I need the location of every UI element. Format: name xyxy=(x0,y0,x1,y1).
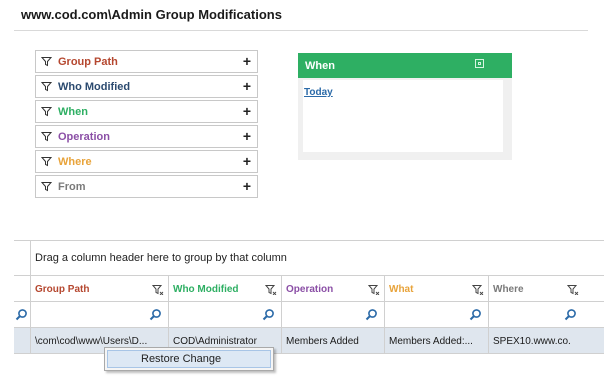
filter-operation[interactable]: Operation + xyxy=(35,125,258,148)
filter-icon xyxy=(41,81,52,92)
when-panel-header: When xyxy=(298,53,512,78)
column-header-who-modified[interactable]: Who Modified xyxy=(169,276,282,301)
filter-input-what[interactable] xyxy=(385,302,489,327)
results-grid: Drag a column header here to group by th… xyxy=(14,240,604,354)
column-filter-icon[interactable] xyxy=(265,284,277,295)
when-panel-title: When xyxy=(305,59,335,72)
column-filter-icon[interactable] xyxy=(472,284,484,295)
when-panel-body: Today xyxy=(303,80,503,152)
filter-input-where[interactable] xyxy=(489,302,583,327)
filter-label: Who Modified xyxy=(58,80,131,93)
cell-what: Members Added:... xyxy=(389,336,473,347)
plus-icon[interactable]: + xyxy=(243,103,251,119)
filter-icon xyxy=(41,106,52,117)
table-row[interactable]: \com\cod\www\Users\D... COD\Administrato… xyxy=(14,328,604,354)
filter-list: Group Path + Who Modified + When + Opera… xyxy=(35,50,258,200)
column-header-where[interactable]: Where xyxy=(489,276,583,301)
column-filter-icon[interactable] xyxy=(368,284,380,295)
filter-label: Where xyxy=(58,155,92,168)
filter-input-operation[interactable] xyxy=(282,302,385,327)
search-icon xyxy=(15,309,27,321)
filter-group-path[interactable]: Group Path + xyxy=(35,50,258,73)
filter-row xyxy=(14,302,604,328)
restore-change-menu-item[interactable]: Restore Change xyxy=(107,350,271,368)
column-header-row: Group Path Who Modified Operation What W… xyxy=(14,276,604,302)
filter-label: Operation xyxy=(58,130,110,143)
search-icon[interactable] xyxy=(469,308,482,321)
filter-label: From xyxy=(58,180,86,193)
plus-icon[interactable]: + xyxy=(243,53,251,69)
search-icon[interactable] xyxy=(564,308,577,321)
plus-icon[interactable]: + xyxy=(243,153,251,169)
filter-icon xyxy=(41,56,52,67)
filter-input-group-path[interactable] xyxy=(31,302,169,327)
filter-where[interactable]: Where + xyxy=(35,150,258,173)
search-icon[interactable] xyxy=(149,308,162,321)
cell-operation: Members Added xyxy=(286,336,359,347)
cell-who-modified: COD\Administrator xyxy=(173,336,257,347)
filter-when[interactable]: When + xyxy=(35,100,258,123)
group-by-prompt: Drag a column header here to group by th… xyxy=(35,252,287,264)
column-header-what[interactable]: What xyxy=(385,276,489,301)
filter-icon xyxy=(41,156,52,167)
column-filter-icon[interactable] xyxy=(567,284,579,295)
cell-group-path: \com\cod\www\Users\D... xyxy=(35,336,148,347)
column-header-operation[interactable]: Operation xyxy=(282,276,385,301)
when-panel: When Today xyxy=(298,53,512,160)
plus-icon[interactable]: + xyxy=(243,128,251,144)
today-link[interactable]: Today xyxy=(304,87,333,98)
filter-icon xyxy=(41,131,52,142)
group-by-panel[interactable]: Drag a column header here to group by th… xyxy=(14,240,604,276)
column-header-group-path[interactable]: Group Path xyxy=(31,276,169,301)
column-filter-icon[interactable] xyxy=(152,284,164,295)
search-icon[interactable] xyxy=(365,308,378,321)
plus-icon[interactable]: + xyxy=(243,78,251,94)
title-divider xyxy=(14,30,588,31)
page-title: www.cod.com\Admin Group Modifications xyxy=(21,7,282,22)
filter-from[interactable]: From + xyxy=(35,175,258,198)
cell-where: SPEX10.www.co. xyxy=(493,336,571,347)
plus-icon[interactable]: + xyxy=(243,178,251,194)
filter-who-modified[interactable]: Who Modified + xyxy=(35,75,258,98)
filter-input-who-modified[interactable] xyxy=(169,302,282,327)
minimize-icon[interactable] xyxy=(475,59,484,68)
filter-icon xyxy=(41,181,52,192)
search-icon[interactable] xyxy=(262,308,275,321)
filter-label: When xyxy=(58,105,88,118)
context-menu: Restore Change xyxy=(104,347,274,371)
filter-label: Group Path xyxy=(58,55,118,68)
